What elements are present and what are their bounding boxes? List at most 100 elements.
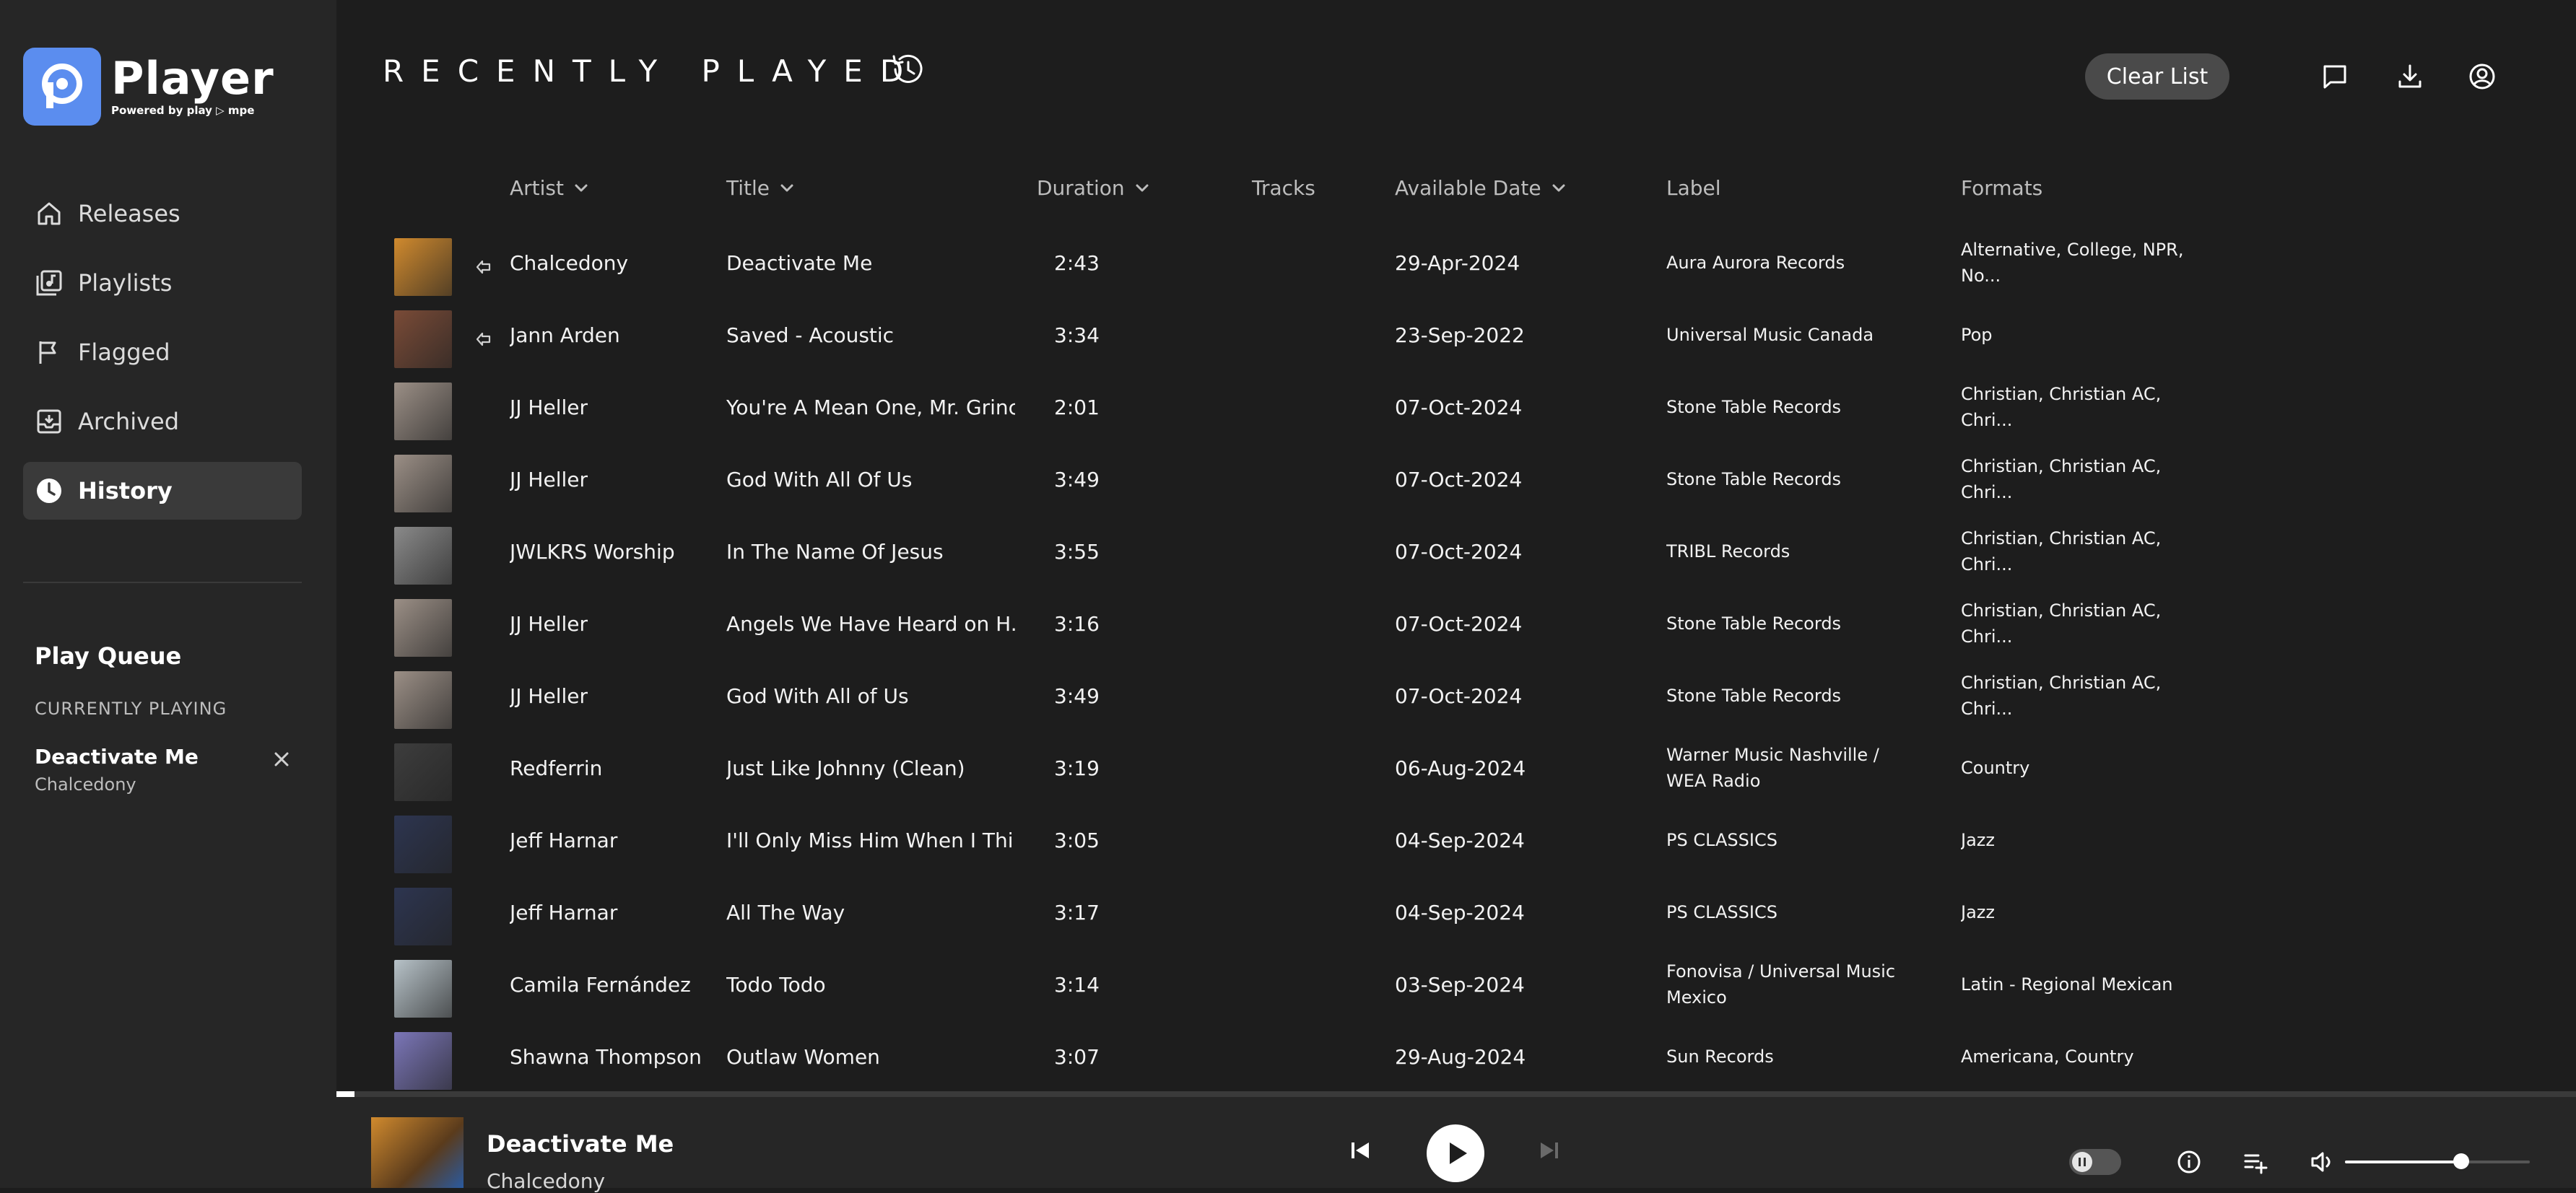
next-track-icon[interactable] <box>1536 1137 1562 1163</box>
cell-duration: 3:34 <box>1054 323 1100 347</box>
close-icon[interactable] <box>269 746 295 772</box>
cell-formats: Jazz <box>1961 830 1995 850</box>
cell-formats: Christian, Christian AC, Chri... <box>1961 456 2162 502</box>
cell-artist: Redferrin <box>510 756 603 780</box>
album-art-thumbnail[interactable] <box>394 310 452 368</box>
cell-artist: JWLKRS Worship <box>510 539 675 564</box>
brand-logo[interactable]: Player Powered by play ▷ mpe <box>23 48 274 126</box>
queue-track-artist: Chalcedony <box>35 774 136 795</box>
album-art-thumbnail[interactable] <box>394 888 452 945</box>
flag-marker-icon[interactable] <box>474 257 494 277</box>
album-art-thumbnail[interactable] <box>394 599 452 657</box>
column-header-title[interactable]: Title <box>726 176 796 200</box>
table-row[interactable]: Jeff Harnar I'll Only Miss Him When I Thi… <box>336 804 2576 876</box>
cell-duration: 2:01 <box>1054 395 1100 419</box>
message-icon[interactable] <box>2320 62 2349 91</box>
cell-artist: JJ Heller <box>510 683 588 708</box>
brand-name: Player <box>111 52 274 105</box>
album-art-thumbnail[interactable] <box>394 816 452 873</box>
table-row[interactable]: Redferrin Just Like Johnny (Clean) 3:19 06-… <box>336 732 2576 804</box>
cell-date: 07-Oct-2024 <box>1395 611 1523 636</box>
volume-slider[interactable] <box>2345 1153 2530 1169</box>
album-art-thumbnail[interactable] <box>394 238 452 296</box>
table-row[interactable]: Jann Arden Saved - Acoustic 3:34 23-Sep-202… <box>336 299 2576 371</box>
cell-artist: Chalcedony <box>510 250 629 275</box>
table-row[interactable]: Jeff Harnar All The Way 3:17 04-Sep-2024 PS … <box>336 876 2576 948</box>
volume-icon[interactable] <box>2309 1149 2335 1175</box>
previous-track-icon[interactable] <box>1347 1137 1373 1163</box>
chevron-down-icon[interactable] <box>564 180 590 197</box>
sidebar-item-label: Archived <box>78 408 180 435</box>
playlist-icon <box>36 270 62 296</box>
cell-artist: Shawna Thompson <box>510 1044 702 1069</box>
sidebar-item-flagged[interactable]: Flagged <box>23 323 302 381</box>
clear-list-button[interactable]: Clear List <box>2085 53 2229 100</box>
flag-marker-icon[interactable] <box>474 329 494 349</box>
table-row[interactable]: JJ Heller God With All Of Us 3:49 07-Oct-20… <box>336 443 2576 515</box>
player-logo-icon <box>23 48 101 126</box>
cell-label: Stone Table Records <box>1666 397 1842 417</box>
sidebar-item-history[interactable]: History <box>23 462 302 520</box>
sidebar-item-releases[interactable]: Releases <box>23 185 302 242</box>
table-row[interactable]: Chalcedony Deactivate Me 2:43 29-Apr-2024 Au… <box>336 227 2576 299</box>
account-icon[interactable] <box>2468 62 2497 91</box>
queue-current-track[interactable]: Deactivate Me Chalcedony <box>35 745 199 795</box>
column-header-date[interactable]: Available Date <box>1395 176 1567 200</box>
now-playing-artwork <box>371 1117 464 1188</box>
now-playing-artist[interactable]: Chalcedony <box>487 1169 605 1193</box>
sidebar-item-playlists[interactable]: Playlists <box>23 254 302 312</box>
cell-formats: Alternative, College, NPR, No... <box>1961 240 2184 286</box>
add-to-queue-icon[interactable] <box>2242 1149 2268 1175</box>
cell-title: Deactivate Me <box>726 250 873 275</box>
cell-formats: Christian, Christian AC, Chri... <box>1961 384 2162 430</box>
album-art-thumbnail[interactable] <box>394 455 452 512</box>
chevron-down-icon[interactable] <box>770 180 796 197</box>
table-row[interactable]: JJ Heller You're A Mean One, Mr. Grinch 2:… <box>336 371 2576 443</box>
play-queue-title: Play Queue <box>35 642 182 670</box>
cell-artist: JJ Heller <box>510 611 588 636</box>
sidebar: Player Powered by play ▷ mpe Releases Pla… <box>0 0 336 1188</box>
album-art-thumbnail[interactable] <box>394 743 452 801</box>
album-art-thumbnail[interactable] <box>394 960 452 1018</box>
cell-title: You're A Mean One, Mr. Grinch <box>726 395 1015 419</box>
chevron-down-icon[interactable] <box>1125 180 1151 197</box>
table-row[interactable]: Shawna Thompson Outlaw Women 3:07 29-Aug-20… <box>336 1021 2576 1090</box>
cell-title: Saved - Acoustic <box>726 323 895 347</box>
column-header-artist[interactable]: Artist <box>510 176 590 200</box>
sidebar-item-archived[interactable]: Archived <box>23 393 302 450</box>
autoplay-toggle[interactable] <box>2069 1149 2121 1175</box>
album-art-thumbnail[interactable] <box>394 671 452 729</box>
info-icon[interactable] <box>2176 1149 2202 1175</box>
volume-handle[interactable] <box>2453 1153 2470 1169</box>
table-row[interactable]: Camila Fernández Todo Todo 3:14 03-Sep-2024… <box>336 948 2576 1021</box>
table-row[interactable]: JJ Heller Angels We Have Heard on H... 3:1… <box>336 587 2576 660</box>
album-art-thumbnail[interactable] <box>394 527 452 585</box>
column-header-formats: Formats <box>1961 176 2042 200</box>
column-header-duration[interactable]: Duration <box>1037 176 1151 200</box>
cell-duration: 3:19 <box>1054 756 1100 780</box>
cell-label: Universal Music Canada <box>1666 325 1874 345</box>
cell-duration: 3:17 <box>1054 900 1100 925</box>
playback-progress-bar[interactable] <box>336 1091 2576 1097</box>
album-art-thumbnail[interactable] <box>394 383 452 440</box>
cell-formats: Pop <box>1961 325 1993 345</box>
sidebar-item-label: Flagged <box>78 338 170 366</box>
table-row[interactable]: JWLKRS Worship In The Name Of Jesus 3:55 07… <box>336 515 2576 587</box>
playback-progress-fill <box>336 1091 354 1097</box>
cell-formats: Jazz <box>1961 902 1995 922</box>
cell-label: Sun Records <box>1666 1046 1774 1067</box>
album-art-thumbnail[interactable] <box>394 1032 452 1090</box>
cell-formats: Christian, Christian AC, Chri... <box>1961 600 2162 647</box>
table-row[interactable]: JJ Heller God With All of Us 3:49 07-Oct-20… <box>336 660 2576 732</box>
download-icon[interactable] <box>2396 62 2424 91</box>
cell-duration: 3:49 <box>1054 683 1100 708</box>
cell-label: Stone Table Records <box>1666 686 1842 706</box>
pause-icon <box>2072 1152 2092 1172</box>
cell-title: God With All Of Us <box>726 467 913 491</box>
cell-date: 29-Aug-2024 <box>1395 1044 1526 1069</box>
play-button[interactable] <box>1425 1123 1486 1184</box>
cell-title: I'll Only Miss Him When I Thi... <box>726 828 1015 852</box>
now-playing-title[interactable]: Deactivate Me <box>487 1130 674 1158</box>
currently-playing-label: CURRENTLY PLAYING <box>35 699 227 719</box>
chevron-down-icon[interactable] <box>1541 180 1567 197</box>
